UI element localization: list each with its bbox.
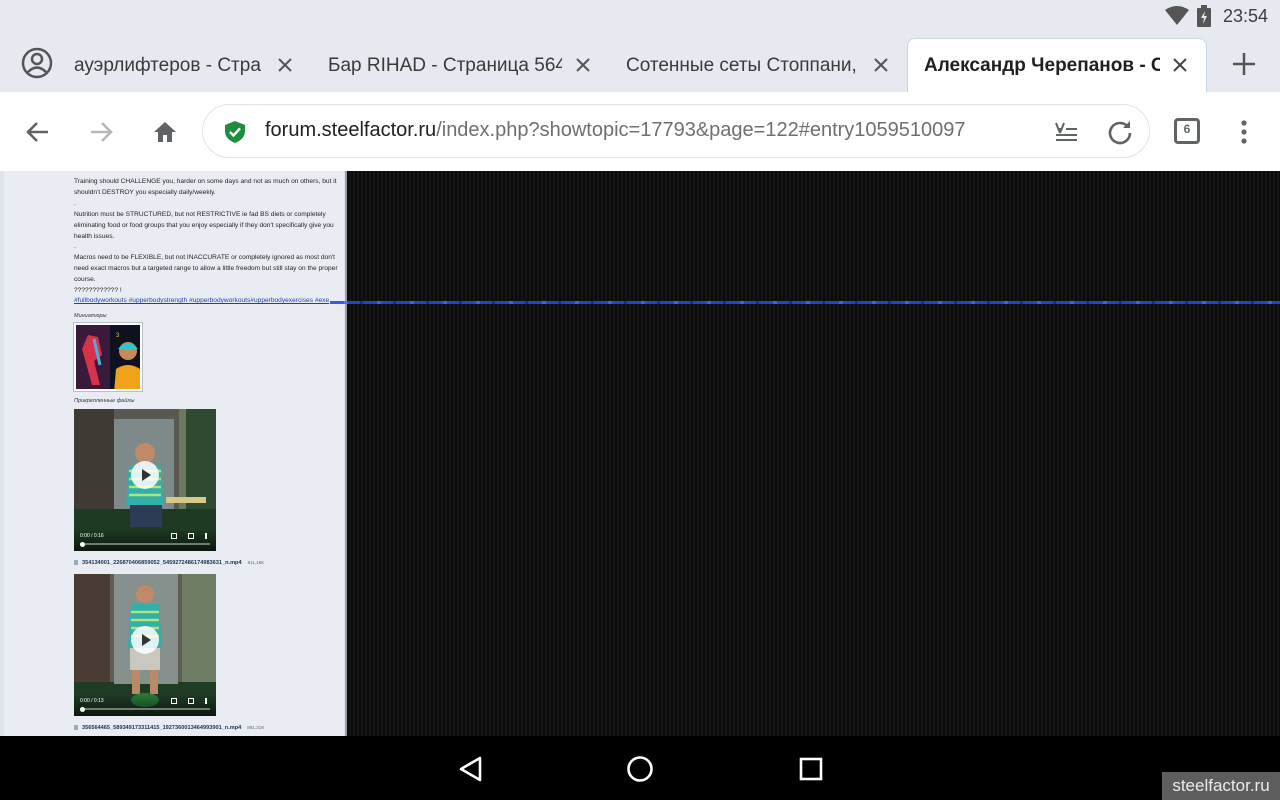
video-scrubber[interactable] bbox=[80, 542, 85, 547]
thumbnails-label: Миниатюры bbox=[74, 313, 107, 319]
secure-shield-icon[interactable] bbox=[223, 120, 247, 144]
file-name[interactable]: 356564465_589349173311415_19273600134649… bbox=[82, 725, 241, 731]
forward-icon[interactable] bbox=[85, 116, 117, 148]
file-icon bbox=[74, 725, 78, 731]
post-paragraph: . bbox=[74, 200, 76, 207]
watermark: steelfactor.ru bbox=[1162, 772, 1280, 800]
file-size: 811,16K bbox=[247, 560, 265, 565]
file-icon bbox=[74, 560, 78, 566]
tab-title: Бар RIHAD - Страница 564 bbox=[328, 55, 562, 76]
url-text[interactable]: forum.steelfactor.ru/index.php?showtopic… bbox=[265, 119, 966, 142]
post-paragraph: Macros need to be FLEXIBLE, but not INAC… bbox=[74, 254, 338, 283]
video-time: 0:00 / 0:16 bbox=[80, 533, 104, 539]
file-size: 881,31K bbox=[247, 725, 265, 730]
tab-switcher-button[interactable]: 6 bbox=[1171, 116, 1203, 148]
video-menu-icon[interactable] bbox=[205, 698, 207, 704]
tab-item[interactable]: ауэрлифтеров - Стра bbox=[74, 40, 304, 92]
post-paragraph: Training should CHALLENGE you, harder on… bbox=[74, 178, 337, 196]
nav-recents-icon[interactable] bbox=[796, 754, 826, 784]
hashtag-links[interactable]: #fullbodyworkouts #upperbodystrength #up… bbox=[74, 297, 329, 304]
video-menu-icon[interactable] bbox=[205, 533, 207, 539]
play-icon[interactable] bbox=[131, 461, 159, 489]
attachment-file[interactable]: 356564465_589349173311415_19273600134649… bbox=[74, 725, 264, 731]
tab-item[interactable]: Бар RIHAD - Страница 564 bbox=[328, 40, 598, 92]
nav-home-icon[interactable] bbox=[625, 754, 655, 784]
clock: 23:54 bbox=[1222, 5, 1268, 26]
video-scrubber[interactable] bbox=[80, 707, 85, 712]
attachment-file[interactable]: 354134001_226870406859052_54592724861749… bbox=[74, 560, 264, 566]
status-bar: 23:54 bbox=[0, 0, 1280, 32]
play-icon[interactable] bbox=[131, 626, 159, 654]
system-nav-bar bbox=[0, 736, 1280, 800]
tab-item[interactable]: Сотенные сеты Стоппани, bbox=[626, 40, 896, 92]
post-paragraph: ???????????? ! bbox=[74, 287, 122, 294]
video-player[interactable]: 0:00 / 0:13 bbox=[74, 574, 216, 716]
tab-close-icon[interactable] bbox=[1169, 54, 1191, 76]
video-progress-bar[interactable] bbox=[80, 708, 210, 710]
volume-icon[interactable] bbox=[171, 698, 177, 704]
tab-title: Сотенные сеты Стоппани, bbox=[626, 55, 857, 76]
toolbar: forum.steelfactor.ru/index.php?showtopic… bbox=[0, 92, 1280, 171]
file-name[interactable]: 354134001_226870406859052_54592724861749… bbox=[82, 560, 242, 566]
new-tab-icon[interactable] bbox=[1230, 50, 1258, 78]
tab-title: ауэрлифтеров - Стра bbox=[74, 55, 261, 76]
account-icon[interactable] bbox=[20, 46, 54, 80]
tab-item-active[interactable]: Александр Черепанов - Ст bbox=[907, 38, 1207, 92]
attachments-label: Прикрепленные файлы bbox=[74, 398, 135, 404]
tab-close-icon[interactable] bbox=[572, 54, 594, 76]
thumbnail-image[interactable]: 3 bbox=[73, 322, 143, 392]
tab-title: Александр Черепанов - Ст bbox=[924, 54, 1160, 76]
volume-icon[interactable] bbox=[171, 533, 177, 539]
nav-back-icon[interactable] bbox=[456, 754, 486, 784]
page-background bbox=[347, 171, 1280, 736]
home-icon[interactable] bbox=[149, 116, 181, 148]
tab-close-icon[interactable] bbox=[870, 54, 892, 76]
tab-strip: ауэрлифтеров - Стра Бар RIHAD - Страница… bbox=[0, 32, 1280, 92]
reload-icon[interactable] bbox=[1106, 118, 1134, 146]
hashtag-links-overflow[interactable] bbox=[330, 301, 1280, 304]
video-time: 0:00 / 0:13 bbox=[80, 698, 104, 704]
video-progress-bar[interactable] bbox=[80, 543, 210, 545]
tab-close-icon[interactable] bbox=[274, 54, 296, 76]
reader-mode-icon[interactable] bbox=[1053, 119, 1079, 145]
post-paragraph: . bbox=[74, 243, 76, 250]
fullscreen-icon[interactable] bbox=[188, 533, 194, 539]
fullscreen-icon[interactable] bbox=[188, 698, 194, 704]
web-page[interactable]: Training should CHALLENGE you, harder on… bbox=[0, 171, 1280, 736]
address-bar[interactable]: forum.steelfactor.ru/index.php?showtopic… bbox=[202, 104, 1150, 158]
status-icons: 23:54 bbox=[1164, 5, 1268, 27]
url-host: forum.steelfactor.ru bbox=[265, 119, 437, 141]
tab-count: 6 bbox=[1183, 122, 1191, 136]
video-player[interactable]: 0:00 / 0:16 bbox=[74, 409, 216, 551]
post-paragraph: Nutrition must be STRUCTURED, but not RE… bbox=[74, 211, 334, 240]
url-path: /index.php?showtopic=17793&page=122#entr… bbox=[436, 119, 966, 141]
back-icon[interactable] bbox=[22, 116, 54, 148]
overflow-menu-icon[interactable] bbox=[1228, 116, 1260, 148]
battery-charging-icon bbox=[1196, 5, 1211, 27]
wifi-icon bbox=[1164, 6, 1189, 25]
